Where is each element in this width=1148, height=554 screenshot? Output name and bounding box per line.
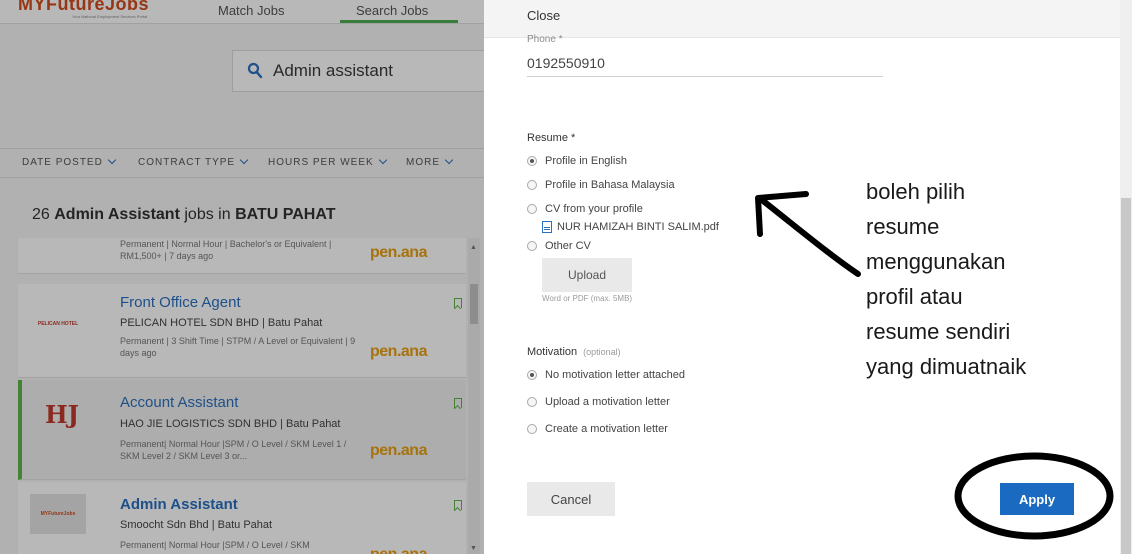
- cancel-button[interactable]: Cancel: [527, 482, 615, 516]
- apply-panel: Close Phone * 0192550910 Resume * Profil…: [484, 0, 1148, 554]
- annotation-line: yang dimuatnaik: [866, 354, 1027, 379]
- motivation-option-upload[interactable]: Upload a motivation letter: [527, 396, 670, 408]
- pdf-file-icon: [542, 221, 552, 233]
- optional-tag: (optional): [583, 347, 621, 357]
- profile-cv-filename: NUR HAMIZAH BINTI SALIM.pdf: [557, 221, 719, 233]
- resume-label: Resume *: [527, 132, 576, 144]
- annotation-line: resume sendiri: [866, 319, 1011, 344]
- panel-scrollbar-thumb[interactable]: [1121, 198, 1131, 554]
- motivation-option-create[interactable]: Create a motivation letter: [527, 423, 668, 435]
- resume-option-profile-english[interactable]: Profile in English: [527, 155, 627, 167]
- radio-selected[interactable]: [527, 156, 537, 166]
- resume-option-cv-from-profile[interactable]: CV from your profile: [527, 203, 643, 215]
- radio-unselected[interactable]: [527, 397, 537, 407]
- panel-scrollbar[interactable]: [1120, 0, 1132, 554]
- apply-button[interactable]: Apply: [1000, 483, 1074, 515]
- annotation-line: menggunakan: [866, 249, 1006, 274]
- motivation-option-none[interactable]: No motivation letter attached: [527, 369, 685, 381]
- close-link[interactable]: Close: [527, 8, 560, 23]
- upload-cv-button[interactable]: Upload: [542, 258, 632, 292]
- phone-label: Phone *: [527, 34, 563, 45]
- resume-option-profile-malay[interactable]: Profile in Bahasa Malaysia: [527, 179, 675, 191]
- motivation-label: Motivation (optional): [527, 346, 621, 358]
- profile-cv-file[interactable]: NUR HAMIZAH BINTI SALIM.pdf: [542, 221, 719, 233]
- annotation-line: resume: [866, 214, 940, 239]
- radio-selected[interactable]: [527, 370, 537, 380]
- upload-hint: Word or PDF (max. 5MB): [542, 294, 633, 303]
- modal-backdrop[interactable]: [0, 0, 484, 554]
- radio-unselected[interactable]: [527, 204, 537, 214]
- annotation-line: boleh pilih: [866, 179, 966, 204]
- handwritten-annotation: boleh pilih resume menggunakan profil at…: [866, 174, 1076, 384]
- radio-unselected[interactable]: [527, 241, 537, 251]
- radio-unselected[interactable]: [527, 180, 537, 190]
- panel-header: Close: [484, 0, 1124, 38]
- radio-unselected[interactable]: [527, 424, 537, 434]
- phone-field[interactable]: 0192550910: [527, 55, 883, 77]
- resume-option-other-cv[interactable]: Other CV: [527, 240, 591, 252]
- annotation-line: profil atau: [866, 284, 963, 309]
